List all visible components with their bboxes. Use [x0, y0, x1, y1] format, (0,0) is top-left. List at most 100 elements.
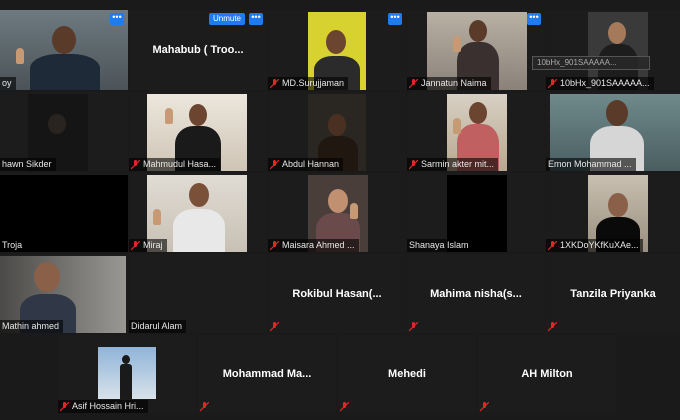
participant-tile[interactable]: Tanzila Priyanka [546, 254, 680, 333]
participant-tile[interactable]: AH Milton [478, 335, 616, 413]
participant-head [608, 22, 626, 44]
muted-mic-icon [409, 321, 418, 331]
participant-tile[interactable]: Mohammad Ma... [198, 335, 336, 413]
participant-tile[interactable]: ••• Jannatun Naima [407, 10, 545, 90]
participant-tile[interactable]: Mahmudul Hasa... [129, 92, 267, 171]
more-options-button[interactable]: ••• [249, 13, 263, 25]
participant-name: Mahabub ( Troo... [152, 44, 244, 56]
participant-head [469, 102, 487, 124]
participant-head [608, 193, 628, 217]
participant-name: Miraj [129, 239, 167, 252]
raised-hand [165, 108, 173, 124]
muted-mic-icon [548, 78, 557, 88]
raised-hand [350, 203, 358, 219]
participant-name: 10bHx_901SAAAAA... [546, 77, 654, 90]
muted-mic-icon [200, 401, 209, 411]
more-options-button[interactable]: ••• [388, 13, 402, 25]
participant-name: Mahmudul Hasa... [129, 158, 221, 171]
participant-status [338, 400, 356, 413]
participant-tile[interactable]: Abdul Hannan [268, 92, 406, 171]
muted-mic-icon [340, 401, 349, 411]
participant-name: Didarul Alam [129, 320, 187, 333]
participant-head [326, 30, 346, 54]
participant-name: Abdul Hannan [268, 158, 344, 171]
participant-tile[interactable]: Troja [0, 173, 128, 252]
participant-name: Mehedi [388, 368, 426, 380]
participant-body [120, 364, 132, 399]
participant-head [52, 26, 76, 54]
participant-head [189, 183, 209, 207]
participant-status [268, 320, 286, 333]
muted-mic-icon [270, 159, 279, 169]
raised-hand [453, 36, 461, 52]
participant-head [469, 20, 487, 42]
name-tooltip: 10bHx_901SAAAAA... [532, 56, 650, 70]
participant-name: 1XKDoYKfKuXAe... [546, 239, 643, 252]
participant-tile[interactable]: Sarmin akter mit... [407, 92, 545, 171]
raised-hand [16, 48, 24, 64]
participant-video [98, 347, 156, 399]
muted-mic-icon [548, 240, 557, 250]
participant-tile[interactable]: Mahima nisha(s... [407, 254, 545, 333]
participant-tile[interactable]: ••• MD.Surujjaman [268, 10, 406, 90]
participant-tile[interactable]: Didarul Alam [129, 254, 267, 333]
participant-head [122, 355, 130, 364]
raised-hand [153, 209, 161, 225]
participant-name: Mathin ahmed [0, 320, 64, 333]
participant-status [198, 400, 216, 413]
muted-mic-icon [131, 240, 140, 250]
participant-head [34, 262, 60, 292]
participant-name: Shanaya Islam [407, 239, 473, 252]
participant-name: Asif Hossain Hri... [58, 400, 148, 413]
participant-status [478, 400, 496, 413]
muted-mic-icon [131, 159, 140, 169]
participant-head [48, 114, 66, 134]
participant-status [407, 320, 425, 333]
participant-body [173, 209, 225, 252]
more-options-button[interactable]: ••• [527, 13, 541, 25]
participant-name: oy [0, 77, 16, 90]
participant-status [546, 320, 564, 333]
participant-tile[interactable]: Miraj [129, 173, 267, 252]
muted-mic-icon [270, 78, 279, 88]
muted-mic-icon [548, 321, 557, 331]
participant-name: hawn Sikder [0, 158, 56, 171]
participant-name: AH Milton [521, 368, 573, 380]
participant-head [606, 100, 628, 126]
participant-tile[interactable]: Mahabub ( Troo... Unmute ••• [129, 10, 267, 90]
participant-name: Jannatun Naima [407, 77, 491, 90]
participant-tile[interactable]: 10bHx_901SAAAAA... [546, 10, 680, 90]
participant-tile[interactable]: Rokibul Hasan(... [268, 254, 406, 333]
raised-hand [453, 118, 461, 134]
muted-mic-icon [409, 78, 418, 88]
muted-mic-icon [480, 401, 489, 411]
participant-tile[interactable]: Mathin ahmed [0, 254, 128, 333]
participant-name: Rokibul Hasan(... [292, 287, 382, 300]
participant-body [30, 54, 100, 90]
participant-tile[interactable]: ••• oy [0, 10, 128, 90]
unmute-button[interactable]: Unmute [208, 13, 245, 25]
muted-mic-icon [60, 401, 69, 411]
participant-tile[interactable]: Maisara Ahmed ... [268, 173, 406, 252]
participant-name: Maisara Ahmed ... [268, 239, 359, 252]
participant-tile[interactable]: Mehedi [338, 335, 476, 413]
participant-head [328, 189, 348, 213]
participant-name: Mohammad Ma... [222, 368, 312, 380]
participant-head [189, 104, 207, 126]
muted-mic-icon [270, 240, 279, 250]
participant-name: Sarmin akter mit... [407, 158, 499, 171]
participant-video [0, 10, 128, 90]
participant-tile[interactable]: Shanaya Islam [407, 173, 545, 252]
participant-name: MD.Surujjaman [268, 77, 349, 90]
participant-name: Emon Mohammad ... [546, 158, 636, 171]
participant-name: Mahima nisha(s... [430, 287, 522, 300]
participant-tile[interactable]: Emon Mohammad ... [546, 92, 680, 171]
participant-name: Troja [0, 239, 27, 252]
participant-tile[interactable]: Asif Hossain Hri... [58, 335, 196, 413]
muted-mic-icon [270, 321, 279, 331]
muted-mic-icon [409, 159, 418, 169]
participant-tile[interactable]: 1XKDoYKfKuXAe... [546, 173, 680, 252]
participant-name: Tanzila Priyanka [570, 287, 656, 300]
more-options-button[interactable]: ••• [110, 13, 124, 25]
participant-tile[interactable]: hawn Sikder [0, 92, 128, 171]
